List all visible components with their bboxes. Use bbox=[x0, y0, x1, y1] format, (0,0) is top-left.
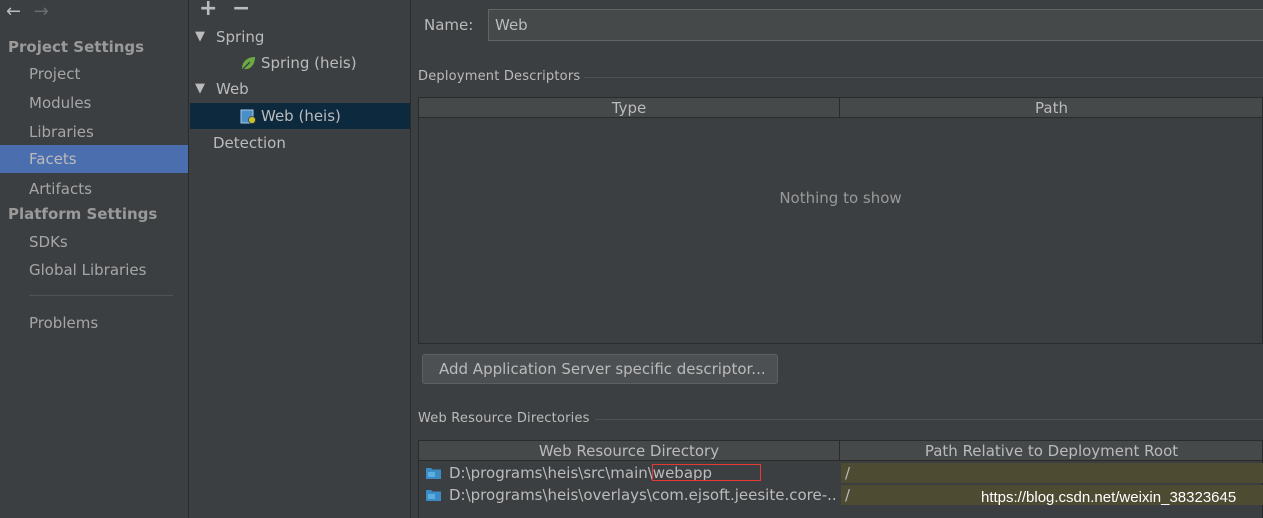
deployment-descriptors-title: Deployment Descriptors bbox=[418, 69, 581, 84]
group-divider bbox=[595, 419, 1263, 420]
table-row[interactable]: D:\programs\heis\src\main\webapp / bbox=[419, 463, 1263, 483]
nav-item-artifacts[interactable]: Artifacts bbox=[0, 175, 188, 203]
nav-item-global-libraries[interactable]: Global Libraries bbox=[0, 256, 188, 284]
nav-item-facets[interactable]: Facets bbox=[0, 145, 188, 173]
project-settings-heading: Project Settings bbox=[8, 38, 145, 56]
tree-node-spring[interactable]: ▼ Spring bbox=[190, 24, 410, 50]
tree-node-web-heis[interactable]: Web (heis) bbox=[190, 103, 410, 129]
webapp-highlight-box bbox=[652, 464, 761, 481]
nav-item-modules[interactable]: Modules bbox=[0, 89, 188, 117]
tree-node-label: Spring (heis) bbox=[261, 54, 357, 72]
web-resource-directory-cell[interactable]: D:\programs\heis\overlays\com.ejsoft.jee… bbox=[449, 485, 837, 505]
back-arrow-icon[interactable]: ← bbox=[6, 1, 28, 22]
nav-item-sdks[interactable]: SDKs bbox=[0, 228, 188, 256]
deployment-descriptors-table[interactable]: Type Path Nothing to show bbox=[418, 97, 1263, 344]
tree-node-spring-heis[interactable]: Spring (heis) bbox=[190, 50, 410, 76]
name-label: Name: bbox=[424, 16, 474, 34]
history-arrows: ← → bbox=[6, 1, 56, 22]
web-resource-directories-table[interactable]: Web Resource Directory Path Relative to … bbox=[418, 440, 1263, 518]
column-header-web-resource-directory[interactable]: Web Resource Directory bbox=[419, 441, 840, 461]
column-header-path[interactable]: Path bbox=[840, 98, 1263, 118]
web-resource-directory-cell[interactable]: D:\programs\heis\src\main\webapp bbox=[449, 463, 839, 483]
settings-nav: ← → Project Settings Project Modules Lib… bbox=[0, 0, 189, 518]
web-resource-directories-title: Web Resource Directories bbox=[418, 411, 590, 426]
table-header: Web Resource Directory Path Relative to … bbox=[419, 441, 1262, 461]
web-facet-icon bbox=[240, 109, 256, 124]
expand-triangle-icon[interactable]: ▼ bbox=[195, 24, 205, 50]
forward-arrow-icon[interactable]: → bbox=[34, 1, 56, 22]
tree-node-label: Detection bbox=[213, 134, 286, 152]
add-facet-button[interactable]: + bbox=[199, 0, 217, 21]
add-server-descriptor-button[interactable]: Add Application Server specific descript… bbox=[422, 354, 778, 384]
group-divider bbox=[584, 77, 1263, 78]
nav-item-project[interactable]: Project bbox=[0, 60, 188, 88]
tree-node-label: Spring bbox=[216, 28, 265, 46]
facet-tree: + − ▼ Spring Spring (heis) ▼ Web Web (he… bbox=[190, 0, 411, 518]
tree-node-web[interactable]: ▼ Web bbox=[190, 76, 410, 102]
empty-table-text: Nothing to show bbox=[779, 189, 902, 207]
nav-item-problems[interactable]: Problems bbox=[0, 309, 188, 337]
table-header: Type Path bbox=[419, 98, 1262, 118]
tree-node-label: Web (heis) bbox=[261, 107, 341, 125]
platform-settings-heading: Platform Settings bbox=[8, 205, 158, 223]
spring-leaf-icon bbox=[241, 57, 255, 71]
facet-settings-pane: Name: Deployment Descriptors Type Path N… bbox=[412, 0, 1263, 518]
tree-node-label: Web bbox=[216, 80, 249, 98]
expand-triangle-icon[interactable]: ▼ bbox=[195, 76, 205, 102]
tree-node-detection[interactable]: Detection bbox=[190, 130, 410, 156]
relative-path-cell[interactable]: / bbox=[841, 463, 1263, 483]
column-header-relative-path[interactable]: Path Relative to Deployment Root bbox=[840, 441, 1263, 461]
column-header-type[interactable]: Type bbox=[419, 98, 840, 118]
remove-facet-button[interactable]: − bbox=[232, 0, 250, 21]
nav-divider bbox=[29, 295, 173, 296]
folder-icon bbox=[426, 490, 441, 501]
folder-icon bbox=[426, 468, 441, 479]
name-input[interactable] bbox=[488, 9, 1263, 41]
nav-item-libraries[interactable]: Libraries bbox=[0, 118, 188, 146]
watermark-url: https://blog.csdn.net/weixin_38323645 bbox=[981, 489, 1237, 506]
